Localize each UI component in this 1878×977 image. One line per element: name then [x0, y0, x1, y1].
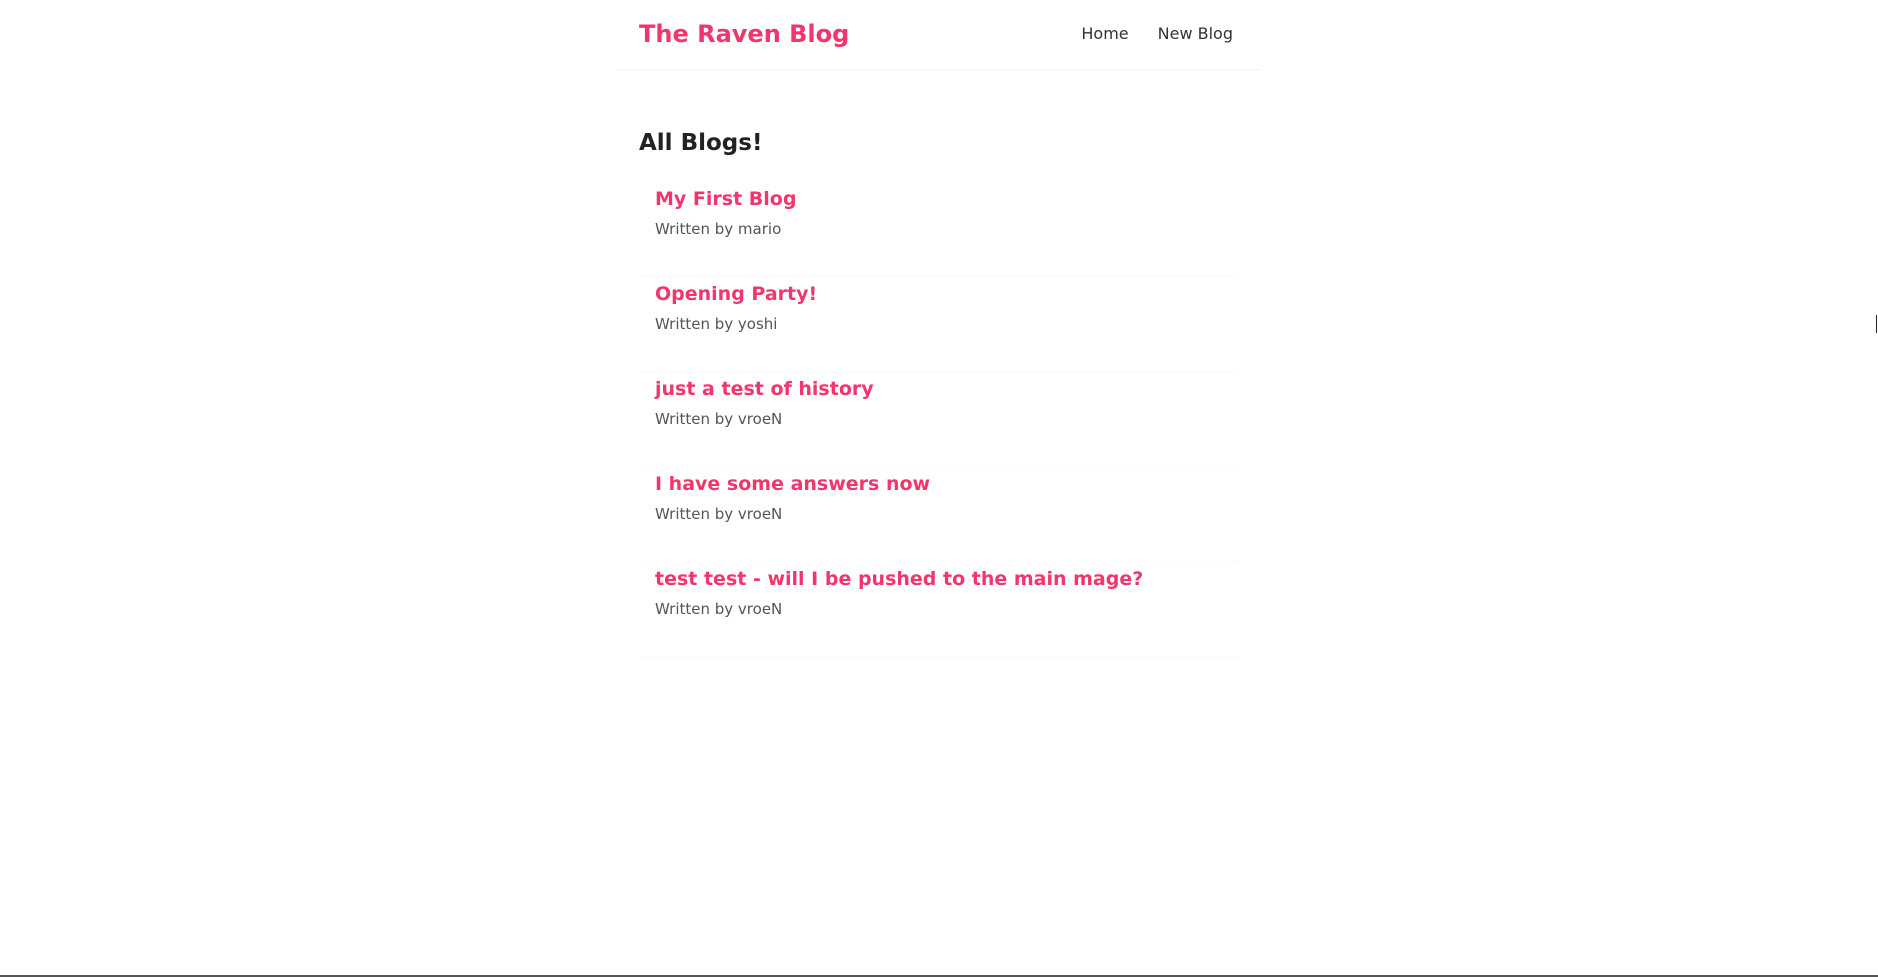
site-brand[interactable]: The Raven Blog — [639, 18, 849, 50]
blog-list-item-opening-party[interactable]: Opening Party! Written by yoshi — [639, 277, 1239, 372]
blog-list-item-main-page-test[interactable]: test test - will I be pushed to the main… — [639, 562, 1239, 657]
blog-list: My First Blog Written by mario Opening P… — [639, 182, 1239, 657]
blog-list-item-first[interactable]: My First Blog Written by mario — [639, 182, 1239, 277]
blog-list-item-history-test[interactable]: just a test of history Written by vroeN — [639, 372, 1239, 467]
blog-author: Written by vroeN — [655, 410, 783, 428]
blog-title[interactable]: My First Blog — [655, 187, 796, 212]
blog-title[interactable]: just a test of history — [655, 377, 874, 402]
blog-title[interactable]: Opening Party! — [655, 282, 817, 307]
blog-author: Written by vroeN — [655, 600, 783, 618]
nav-home-link[interactable]: Home — [1081, 24, 1128, 44]
blog-title[interactable]: I have some answers now — [655, 472, 930, 497]
blog-author: Written by vroeN — [655, 505, 783, 523]
blog-list-item-answers[interactable]: I have some answers now Written by vroeN — [639, 467, 1239, 562]
blog-author: Written by mario — [655, 220, 782, 238]
blog-page: The Raven Blog Home New Blog All Blogs! … — [0, 0, 1878, 977]
nav-new-blog-link[interactable]: New Blog — [1158, 24, 1233, 44]
all-blogs-heading: All Blogs! — [639, 130, 763, 156]
top-navigation: The Raven Blog Home New Blog — [617, 0, 1261, 70]
content-wrapper: The Raven Blog Home New Blog All Blogs! … — [617, 0, 1261, 657]
blog-author: Written by yoshi — [655, 315, 778, 333]
blog-title[interactable]: test test - will I be pushed to the main… — [655, 567, 1143, 592]
navigation-links: Home New Blog — [1081, 24, 1233, 44]
text-cursor-icon — [1876, 315, 1877, 333]
